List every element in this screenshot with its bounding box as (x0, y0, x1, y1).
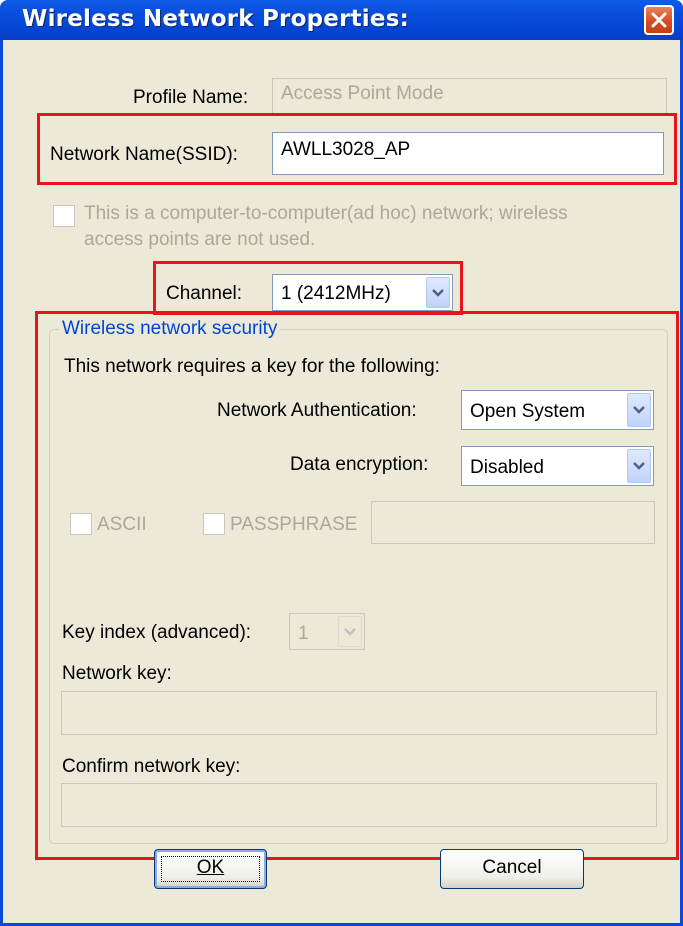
cancel-button-label: Cancel (482, 857, 542, 878)
ssid-highlight-box (37, 113, 677, 185)
encryption-dropdown-button[interactable] (627, 449, 651, 483)
network-key-field[interactable] (61, 691, 657, 735)
encryption-value: Disabled (470, 457, 544, 478)
passphrase-checkbox[interactable] (203, 513, 225, 535)
encryption-label: Data encryption: (290, 454, 429, 475)
window-title: Wireless Network Properties: (22, 6, 409, 32)
channel-highlight-box (153, 261, 463, 315)
auth-dropdown-button[interactable] (627, 393, 651, 427)
chevron-down-icon (633, 462, 645, 470)
passphrase-field[interactable] (371, 501, 655, 544)
key-index-select[interactable]: 1 (289, 613, 365, 650)
adhoc-text-line2: access points are not used. (84, 229, 316, 250)
cancel-button[interactable]: Cancel (440, 849, 584, 889)
dialog-body: Profile Name: Access Point Mode Network … (3, 40, 680, 923)
key-index-value: 1 (298, 623, 309, 644)
focus-rect (161, 856, 260, 882)
auth-label: Network Authentication: (217, 400, 417, 421)
chevron-down-icon (344, 627, 356, 636)
network-key-label: Network key: (62, 663, 172, 684)
close-icon (651, 12, 667, 28)
profile-name-label: Profile Name: (133, 87, 249, 108)
close-button[interactable] (644, 5, 674, 35)
profile-name-field: Access Point Mode (272, 78, 667, 115)
confirm-key-field[interactable] (61, 783, 657, 827)
auth-select[interactable]: Open System (461, 390, 654, 430)
requires-key-text: This network requires a key for the foll… (64, 356, 440, 377)
profile-name-value: Access Point Mode (281, 83, 444, 104)
auth-value: Open System (470, 401, 586, 422)
encryption-select[interactable]: Disabled (461, 446, 654, 486)
ascii-label: ASCII (97, 514, 147, 535)
dialog-window: Wireless Network Properties: Profile Nam… (0, 0, 683, 926)
confirm-key-label: Confirm network key: (62, 756, 241, 777)
adhoc-text-line1: This is a computer-to-computer(ad hoc) n… (84, 203, 568, 224)
key-index-label: Key index (advanced): (62, 622, 252, 643)
adhoc-checkbox[interactable] (53, 205, 75, 227)
key-index-dropdown-button[interactable] (338, 616, 362, 647)
chevron-down-icon (633, 406, 645, 414)
ok-button[interactable]: OK (154, 849, 267, 889)
security-group-title: Wireless network security (59, 318, 281, 340)
passphrase-label: PASSPHRASE (230, 514, 358, 535)
ascii-checkbox[interactable] (70, 513, 92, 535)
title-bar[interactable]: Wireless Network Properties: (0, 0, 683, 40)
